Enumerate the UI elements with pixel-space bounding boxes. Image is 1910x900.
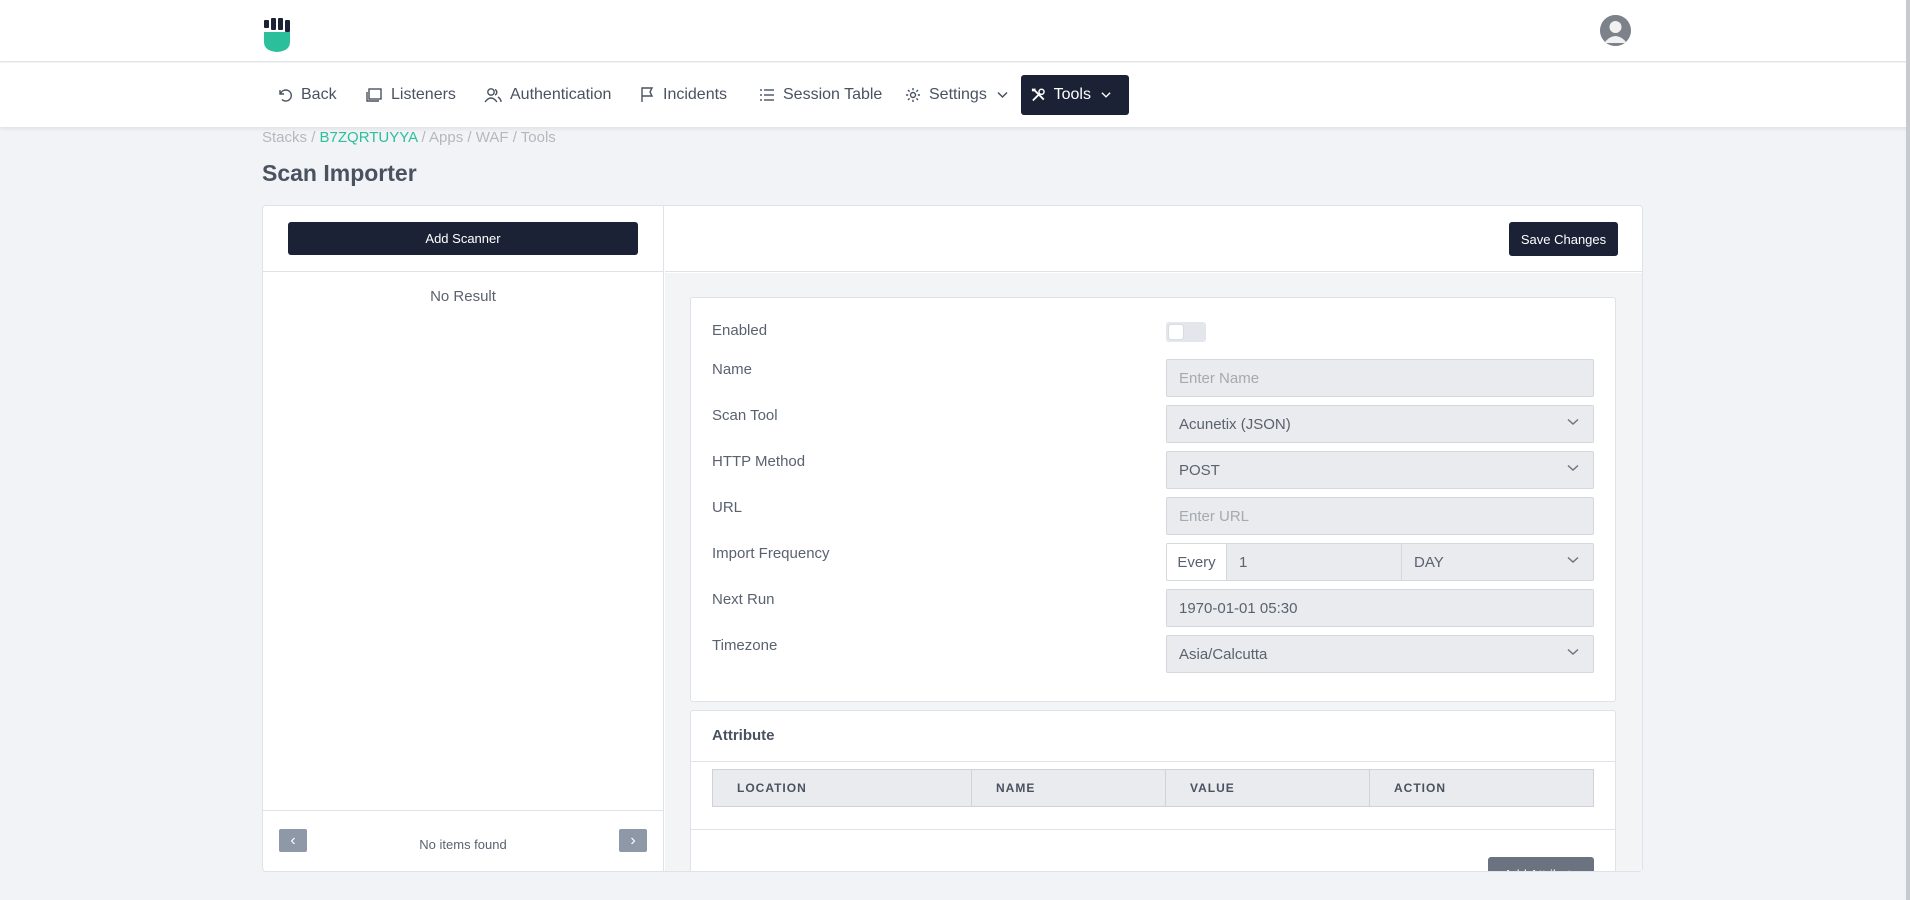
nav-authentication[interactable]: Authentication [474, 75, 621, 115]
url-label: URL [712, 499, 743, 516]
nav-listeners[interactable]: Listeners [356, 75, 466, 115]
page-scrollbar[interactable] [1906, 0, 1910, 900]
divider [691, 761, 1615, 762]
chevron-down-icon [1567, 556, 1579, 563]
nav-back[interactable]: Back [267, 75, 347, 115]
users-icon [484, 88, 502, 103]
next-run-input[interactable]: 1970-01-01 05:30 [1166, 589, 1594, 627]
breadcrumb-stacks[interactable]: Stacks [262, 129, 307, 146]
attribute-table-header: LOCATION NAME VALUE ACTION [712, 769, 1594, 807]
every-prefix: Every [1166, 543, 1227, 581]
scan-tool-select[interactable]: Acunetix (JSON) [1166, 405, 1594, 443]
chevron-down-icon [1101, 92, 1111, 98]
http-method-value: POST [1179, 461, 1220, 479]
divider [691, 829, 1615, 830]
nav-authentication-label: Authentication [510, 86, 612, 103]
frequency-unit-value: DAY [1414, 553, 1444, 571]
main-navbar: Back Listeners Authentication Incidents … [0, 63, 1910, 127]
frequency-value-input[interactable]: 1 [1227, 543, 1402, 581]
tools-icon [1031, 88, 1045, 102]
breadcrumb-separator: / [421, 129, 426, 146]
save-changes-button[interactable]: Save Changes [1509, 222, 1618, 256]
breadcrumb-separator: / [467, 129, 472, 146]
scanner-list-header: Add Scanner [263, 206, 663, 272]
pagination-status: No items found [419, 837, 507, 852]
nav-incidents-label: Incidents [663, 86, 728, 103]
column-value: VALUE [1166, 770, 1370, 806]
next-page-button[interactable]: › [619, 829, 647, 852]
attribute-title: Attribute [712, 727, 775, 744]
nav-back-label: Back [301, 86, 337, 103]
list-icon [760, 89, 774, 101]
attribute-card: Attribute LOCATION NAME VALUE ACTION Add… [690, 710, 1616, 871]
scan-importer-card: Add Scanner No Result ‹ No items found ›… [262, 205, 1643, 872]
nav-tools-label: Tools [1053, 86, 1091, 103]
breadcrumb-waf[interactable]: WAF [476, 129, 509, 146]
scan-tool-label: Scan Tool [712, 407, 778, 424]
detail-header: Save Changes [665, 206, 1642, 272]
breadcrumb-separator: / [512, 129, 517, 146]
undo-icon [279, 89, 292, 102]
flag-icon [641, 87, 654, 102]
timezone-select[interactable]: Asia/Calcutta [1166, 635, 1594, 673]
gear-icon [906, 88, 920, 102]
chevron-down-icon [997, 91, 1008, 99]
nav-settings[interactable]: Settings [895, 75, 1026, 115]
nav-tools[interactable]: Tools [1021, 75, 1129, 115]
breadcrumb-apps[interactable]: Apps [429, 129, 463, 146]
app-logo[interactable] [262, 18, 292, 52]
scanner-list-pane: Add Scanner No Result ‹ No items found › [263, 206, 664, 871]
frequency-unit-select[interactable]: DAY [1402, 543, 1594, 581]
page-title: Scan Importer [262, 160, 417, 186]
pagination: ‹ No items found › [263, 810, 663, 871]
add-scanner-button[interactable]: Add Scanner [288, 222, 638, 255]
enabled-toggle[interactable] [1166, 322, 1206, 342]
import-frequency-group: Every 1 DAY [1166, 543, 1594, 581]
enabled-label: Enabled [712, 322, 768, 339]
detail-body: Enabled Name Enter Name Scan Tool Acunet… [665, 273, 1642, 871]
scan-tool-value: Acunetix (JSON) [1179, 415, 1291, 433]
user-avatar[interactable] [1600, 15, 1631, 46]
nav-incidents[interactable]: Incidents [630, 75, 737, 115]
name-label: Name [712, 361, 753, 378]
http-method-label: HTTP Method [712, 453, 806, 470]
window-icon [366, 88, 382, 102]
top-bar [0, 0, 1910, 62]
column-location: LOCATION [713, 770, 972, 806]
http-method-select[interactable]: POST [1166, 451, 1594, 489]
breadcrumb-stack-id[interactable]: B7ZQRTUYYA [320, 129, 418, 146]
import-frequency-label: Import Frequency [712, 545, 830, 562]
scanner-form: Enabled Name Enter Name Scan Tool Acunet… [690, 297, 1616, 702]
breadcrumb-separator: / [311, 129, 316, 146]
column-action: ACTION [1394, 781, 1446, 795]
name-input[interactable]: Enter Name [1166, 359, 1594, 397]
breadcrumb-tools: Tools [520, 129, 556, 146]
add-attribute-button[interactable]: Add Attribute [1488, 857, 1594, 871]
nav-session-table-label: Session Table [783, 86, 883, 103]
chevron-right-icon: › [630, 831, 636, 849]
chevron-down-icon [1567, 648, 1579, 655]
url-input[interactable]: Enter URL [1166, 497, 1594, 535]
timezone-value: Asia/Calcutta [1179, 645, 1268, 663]
nav-listeners-label: Listeners [391, 86, 456, 103]
breadcrumb: Stacks / B7ZQRTUYYA / Apps / WAF / Tools [262, 129, 556, 146]
nav-session-table[interactable]: Session Table [749, 75, 892, 115]
chevron-down-icon [1567, 418, 1579, 425]
next-run-label: Next Run [712, 591, 775, 608]
toggle-knob [1169, 325, 1183, 339]
timezone-label: Timezone [712, 637, 778, 654]
empty-result-text: No Result [430, 288, 496, 305]
column-name: NAME [972, 770, 1166, 806]
nav-settings-label: Settings [929, 86, 987, 103]
chevron-down-icon [1567, 464, 1579, 471]
